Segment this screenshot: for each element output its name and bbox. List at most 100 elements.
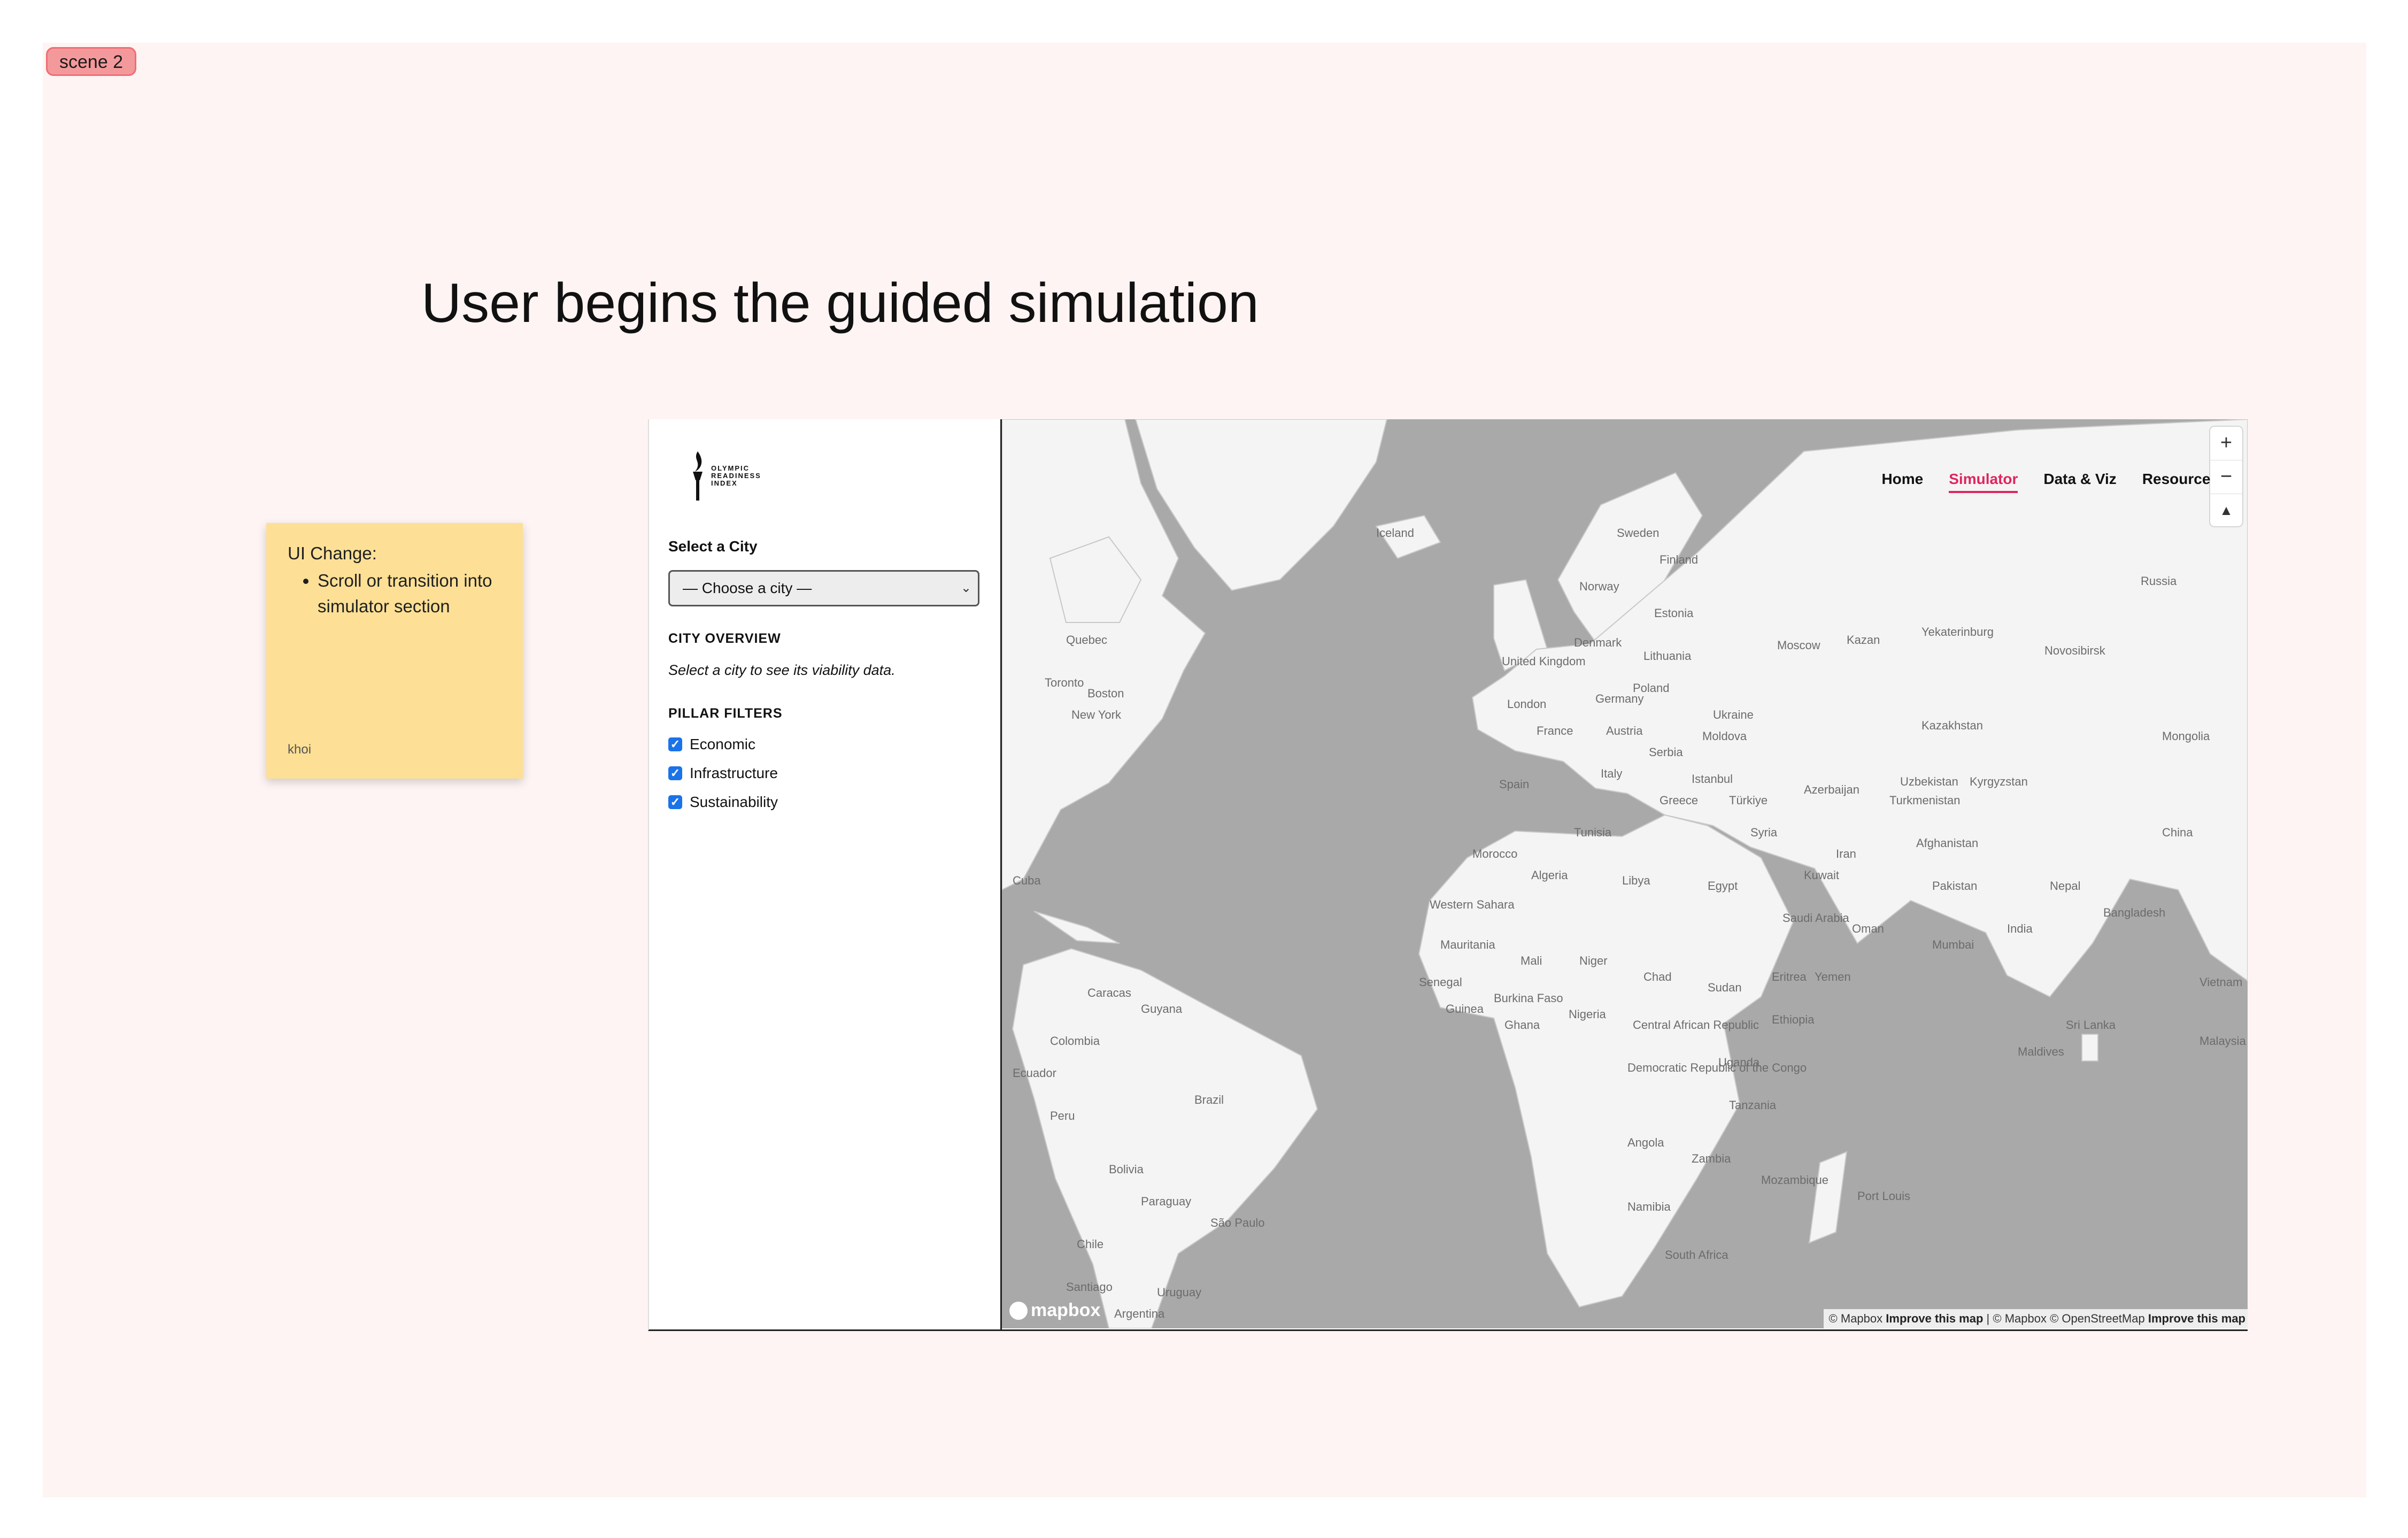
nav-home[interactable]: Home	[1881, 471, 1923, 493]
map-label: Port Louis	[1857, 1189, 1911, 1203]
map-label: Ghana	[1504, 1018, 1540, 1032]
map-label: Peru	[1050, 1109, 1075, 1122]
select-city-label: Select a City	[668, 538, 758, 555]
compass-button[interactable]: ▲	[2210, 494, 2242, 527]
map-label: Caracas	[1087, 986, 1131, 999]
map-label: Kyrgyzstan	[1970, 775, 2028, 788]
map-label: Malaysia	[2199, 1034, 2246, 1048]
filter-economic[interactable]: ✓ Economic	[668, 736, 755, 753]
map-label: Colombia	[1050, 1034, 1100, 1048]
map-label: Azerbaijan	[1804, 783, 1859, 796]
nav-data-viz[interactable]: Data & Viz	[2043, 471, 2116, 493]
map-label: Moldova	[1702, 729, 1747, 743]
nav-simulator[interactable]: Simulator	[1949, 471, 2018, 493]
sticky-author: khoi	[288, 742, 312, 757]
improve-map-link[interactable]: Improve this map	[1886, 1312, 1983, 1325]
map-label: Sri Lanka	[2066, 1018, 2116, 1032]
map-label: Namibia	[1627, 1200, 1671, 1213]
checkbox-checked-icon[interactable]: ✓	[668, 766, 682, 780]
scene-tag[interactable]: scene 2	[46, 47, 137, 76]
map-label: Boston	[1087, 687, 1124, 700]
map-label: Denmark	[1574, 636, 1622, 649]
mapbox-logo[interactable]: mapbox	[1009, 1300, 1100, 1321]
checkbox-checked-icon[interactable]: ✓	[668, 737, 682, 751]
map-label: Democratic Republic of the Congo	[1627, 1061, 1807, 1074]
filter-sustainability[interactable]: ✓ Sustainability	[668, 794, 778, 811]
map-label: Libya	[1622, 874, 1650, 887]
filter-label: Infrastructure	[690, 765, 778, 781]
map-label: Mali	[1521, 954, 1542, 967]
app-screenshot: OLYMPIC READINESS INDEX Select a City — …	[648, 419, 2248, 1331]
map-label: Uzbekistan	[1900, 775, 1958, 788]
improve-map-link[interactable]: Improve this map	[2148, 1312, 2245, 1325]
map-label: Burkina Faso	[1494, 991, 1563, 1005]
map-label: Angola	[1627, 1136, 1664, 1149]
map-label: Spain	[1499, 778, 1530, 791]
map-label: Eritrea	[1772, 970, 1807, 983]
map-label: Yemen	[1815, 970, 1851, 983]
attribution-mid: | © Mapbox © OpenStreetMap	[1986, 1312, 2145, 1325]
filter-infrastructure[interactable]: ✓ Infrastructure	[668, 765, 778, 782]
sticky-note[interactable]: UI Change: Scroll or transition into sim…	[266, 523, 523, 779]
chevron-down-icon: ⌄	[960, 581, 971, 595]
map-label: Western Sahara	[1430, 898, 1515, 911]
map-label: United Kingdom	[1502, 655, 1586, 668]
map-label: Guyana	[1141, 1002, 1183, 1016]
city-overview-hint: Select a city to see its viability data.	[668, 662, 896, 678]
map-label: Novosibirsk	[2044, 644, 2105, 657]
map-label: Morocco	[1472, 847, 1518, 860]
map-label: Chile	[1077, 1237, 1104, 1251]
torch-icon	[693, 451, 703, 501]
map-label: Maldives	[2018, 1045, 2064, 1058]
map-label: Afghanistan	[1916, 836, 1979, 850]
map-zoom-controls: + − ▲	[2210, 427, 2242, 526]
map-label: Bangladesh	[2103, 906, 2166, 919]
map-label: Italy	[1601, 767, 1623, 780]
sticky-bullet: Scroll or transition into simulator sect…	[318, 568, 501, 619]
olympic-readiness-logo[interactable]: OLYMPIC READINESS INDEX	[690, 450, 761, 502]
checkbox-checked-icon[interactable]: ✓	[668, 795, 682, 809]
sticky-title: UI Change:	[288, 543, 377, 563]
map-label: Mumbai	[1932, 938, 1974, 951]
map-label: Kazakhstan	[1921, 719, 1983, 732]
map-label: Estonia	[1654, 606, 1694, 620]
nav-resources[interactable]: Resources	[2142, 471, 2219, 493]
world-map[interactable]: Iceland Sweden Finland Norway Russia Estonia M…	[1002, 419, 2248, 1328]
map-label: Austria	[1606, 724, 1643, 737]
map-label: Nepal	[2050, 879, 2081, 893]
map-label: Lithuania	[1643, 649, 1692, 663]
map-label: Moscow	[1777, 639, 1820, 652]
map-label: Pakistan	[1932, 879, 1978, 893]
map-label: Ethiopia	[1772, 1013, 1815, 1026]
map-label: France	[1537, 724, 1573, 737]
map-label: China	[2162, 826, 2193, 839]
map-label: Mongolia	[2162, 729, 2210, 743]
map-label: Sudan	[1708, 981, 1742, 994]
map-label: Chad	[1643, 970, 1672, 983]
zoom-out-button[interactable]: −	[2210, 460, 2242, 494]
map-label: Niger	[1579, 954, 1608, 967]
map-attribution: © Mapbox Improve this map | © Mapbox © O…	[1823, 1309, 2248, 1328]
map-label: Syria	[1750, 826, 1778, 839]
map-label: Sweden	[1617, 526, 1660, 540]
filter-label: Sustainability	[690, 794, 778, 810]
map-label: Saudi Arabia	[1782, 911, 1849, 925]
map-label: São Paulo	[1210, 1216, 1265, 1229]
logo-line: READINESS	[711, 472, 761, 480]
map-label: Cuba	[1013, 874, 1041, 887]
map-label: Russia	[2141, 574, 2177, 588]
map-label: Ukraine	[1713, 708, 1754, 721]
map-label: Yekaterinburg	[1921, 625, 1994, 639]
mapbox-logo-icon	[1009, 1301, 1028, 1320]
city-select[interactable]: — Choose a city — ⌄	[668, 570, 979, 606]
map-label: Iceland	[1376, 526, 1414, 540]
map-label: Central African Republic	[1633, 1018, 1759, 1032]
map-label: Kuwait	[1804, 868, 1840, 882]
pillar-filters-title: PILLAR FILTERS	[668, 706, 783, 721]
zoom-in-button[interactable]: +	[2210, 427, 2242, 460]
map-label: Vietnam	[2199, 975, 2243, 989]
map-label: Tunisia	[1574, 826, 1612, 839]
map-label: New York	[1071, 708, 1121, 721]
map-label: Tanzania	[1729, 1098, 1777, 1112]
map-label: Bolivia	[1109, 1163, 1144, 1176]
